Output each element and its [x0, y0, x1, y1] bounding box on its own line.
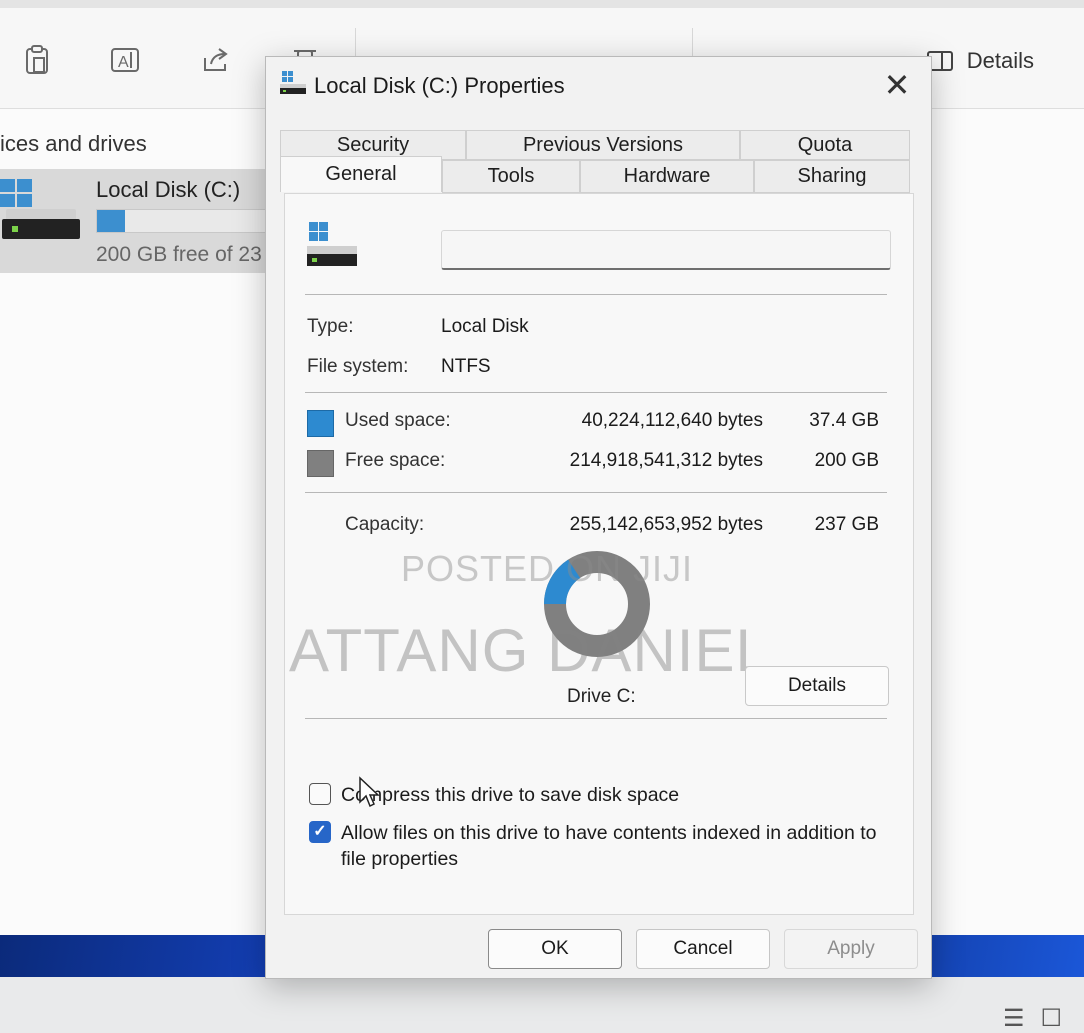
drive-name: Local Disk (C:) [96, 177, 241, 202]
paste-icon[interactable] [20, 44, 54, 78]
view-switcher: ☰ ☐ [1003, 1004, 1062, 1033]
tab-hardware[interactable]: Hardware [580, 160, 754, 193]
watermark-line-1: POSTED ON JIJI [401, 548, 694, 589]
tab-row-front: General Tools Hardware Sharing [280, 156, 910, 193]
ok-button[interactable]: OK [488, 929, 622, 969]
filesystem-value: NTFS [441, 356, 491, 377]
close-icon: ✕ [883, 67, 911, 103]
used-space-swatch [307, 410, 334, 437]
capacity-label: Capacity: [345, 514, 425, 535]
used-space-bytes: 40,224,112,640 bytes [581, 410, 763, 431]
drive-usage-bar [96, 209, 276, 233]
free-space-gb: 200 GB [814, 450, 879, 471]
drive-usage-fill [97, 210, 126, 232]
list-view-icon[interactable]: ☰ [1003, 1004, 1025, 1033]
details-pane-button[interactable]: Details [926, 44, 1034, 78]
divider [305, 294, 887, 295]
capacity-bytes: 255,142,653,952 bytes [569, 514, 763, 535]
drive-name-input[interactable] [441, 230, 891, 270]
compress-label: Compress this drive to save disk space [341, 784, 680, 806]
type-label: Type: [307, 316, 354, 337]
divider [305, 492, 887, 493]
tab-sharing[interactable]: Sharing [754, 160, 910, 193]
used-space-label: Used space: [345, 410, 451, 431]
dialog-title-bar: Local Disk (C:) Properties ✕ [266, 57, 931, 113]
mouse-cursor-icon [359, 776, 380, 808]
cancel-button[interactable]: Cancel [636, 929, 770, 969]
type-value: Local Disk [441, 316, 529, 337]
properties-dialog: Local Disk (C:) Properties ✕ Security Pr… [265, 56, 932, 979]
drive-icon-body [2, 219, 80, 239]
tiles-view-icon[interactable]: ☐ [1040, 1004, 1062, 1033]
index-option[interactable]: ✓ Allow files on this drive to have cont… [309, 820, 881, 872]
windows-logo-icon [0, 179, 32, 207]
tab-previous-versions[interactable]: Previous Versions [466, 130, 740, 160]
disk-cleanup-details-button[interactable]: Details [745, 666, 889, 706]
share-icon[interactable] [198, 44, 232, 78]
rename-icon[interactable]: A [108, 44, 142, 78]
free-space-label: Free space: [345, 450, 446, 471]
section-title: ices and drives [0, 131, 147, 156]
capacity-gb: 237 GB [814, 514, 879, 535]
watermark-line-2: ATTANG DANIEL [289, 617, 770, 684]
free-space-bytes: 214,918,541,312 bytes [569, 450, 763, 471]
close-button[interactable]: ✕ [877, 65, 917, 105]
index-label: Allow files on this drive to have conten… [341, 822, 877, 870]
tab-quota[interactable]: Quota [740, 130, 910, 160]
free-space-swatch [307, 450, 334, 477]
details-pane-label: Details [966, 48, 1034, 73]
drive-icon [280, 71, 306, 94]
dialog-title: Local Disk (C:) Properties [314, 73, 565, 98]
filesystem-label: File system: [307, 356, 409, 377]
drive-free-text: 200 GB free of 23 [96, 243, 262, 266]
svg-text:A: A [118, 54, 129, 71]
apply-button[interactable]: Apply [784, 929, 918, 969]
drive-large-icon [307, 222, 357, 266]
used-space-gb: 37.4 GB [809, 410, 879, 431]
tab-general[interactable]: General [280, 156, 442, 192]
dialog-button-row: OK Cancel Apply [488, 929, 918, 969]
divider [305, 718, 887, 719]
compress-checkbox[interactable] [309, 783, 331, 805]
compress-option[interactable]: Compress this drive to save disk space [309, 782, 881, 808]
divider [305, 392, 887, 393]
drive-tile-c[interactable]: Local Disk (C:) 200 GB free of 23 [0, 169, 276, 273]
tab-tools[interactable]: Tools [442, 160, 580, 193]
drive-letter-label: Drive C: [567, 686, 636, 707]
index-checkbox[interactable]: ✓ [309, 821, 331, 843]
